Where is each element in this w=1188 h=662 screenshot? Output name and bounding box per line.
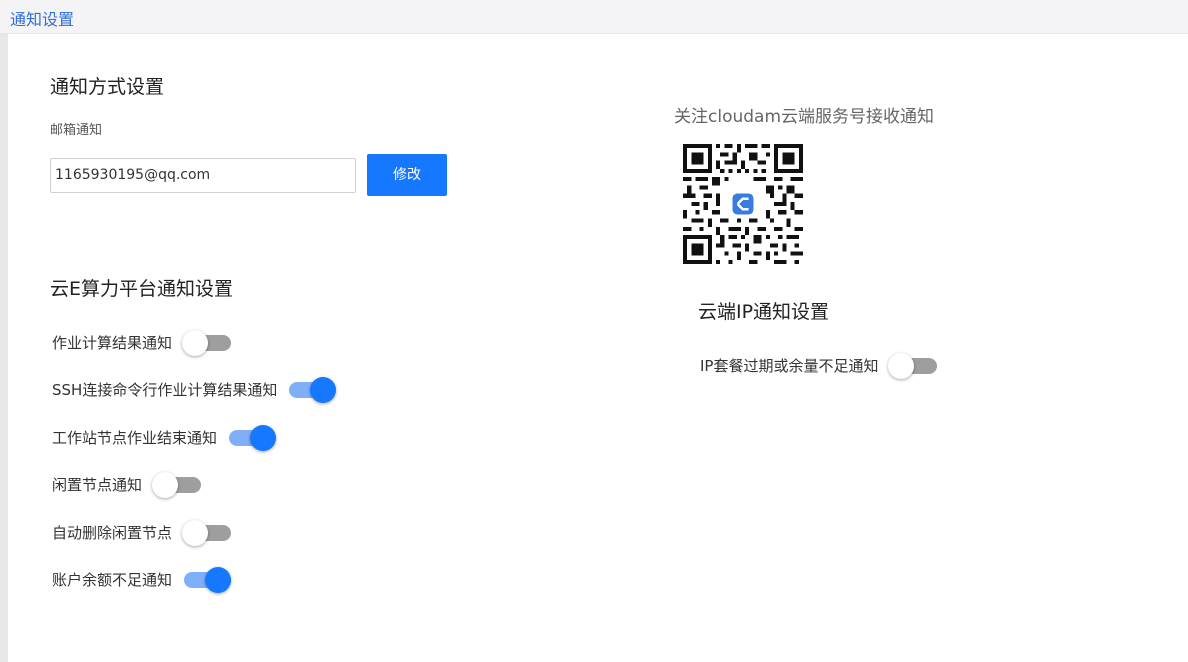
- toggle-label: 工作站节点作业结束通知: [52, 429, 218, 447]
- switch-thumb: [182, 520, 209, 546]
- qr-caption: 关注cloudam云端服务号接收通知: [674, 107, 935, 127]
- toggle-label: SSH连接命令行作业计算结果通知: [52, 381, 278, 399]
- switch-thumb: [205, 567, 232, 593]
- toggle-row-idle-node: 闲置节点通知: [52, 467, 202, 503]
- low-balance-switch[interactable]: [184, 567, 232, 593]
- qr-code-image: [683, 144, 803, 264]
- cloud-ip-title: 云端IP通知设置: [698, 301, 830, 323]
- job-result-switch[interactable]: [182, 330, 232, 356]
- switch-thumb: [310, 377, 337, 403]
- toggle-row-ssh-result: SSH连接命令行作业计算结果通知: [52, 372, 337, 408]
- switch-thumb: [250, 425, 277, 451]
- ssh-result-switch[interactable]: [289, 377, 337, 403]
- toggle-row-job-result: 作业计算结果通知: [52, 325, 232, 361]
- switch-thumb: [182, 330, 209, 356]
- toggle-row-workstation-end: 工作站节点作业结束通知: [52, 420, 277, 456]
- left-edge-strip: [0, 0, 8, 662]
- workstation-end-switch[interactable]: [229, 425, 277, 451]
- toggle-row-auto-delete: 自动删除闲置节点: [52, 515, 232, 551]
- toggle-label: 作业计算结果通知: [52, 334, 173, 352]
- ip-package-switch[interactable]: [888, 353, 938, 379]
- notify-method-title: 通知方式设置: [50, 76, 165, 98]
- top-bar: 通知设置: [0, 0, 1188, 34]
- toggle-label: 自动删除闲置节点: [52, 524, 173, 542]
- switch-thumb: [888, 353, 915, 379]
- auto-delete-switch[interactable]: [182, 520, 232, 546]
- toggle-label: 账户余额不足通知: [52, 571, 173, 589]
- email-field[interactable]: 1165930195@qq.com: [50, 158, 356, 193]
- toggle-row-low-balance: 账户余额不足通知: [52, 562, 232, 598]
- switch-thumb: [152, 472, 179, 498]
- modify-button[interactable]: 修改: [367, 154, 447, 196]
- toggle-label: IP套餐过期或余量不足通知: [700, 357, 879, 375]
- toggle-row-ip-package: IP套餐过期或余量不足通知: [700, 348, 938, 384]
- idle-node-switch[interactable]: [152, 472, 202, 498]
- email-label: 邮箱通知: [50, 123, 103, 138]
- page-title: 通知设置: [10, 10, 75, 29]
- platform-notify-title: 云E算力平台通知设置: [50, 278, 234, 300]
- toggle-label: 闲置节点通知: [52, 476, 143, 494]
